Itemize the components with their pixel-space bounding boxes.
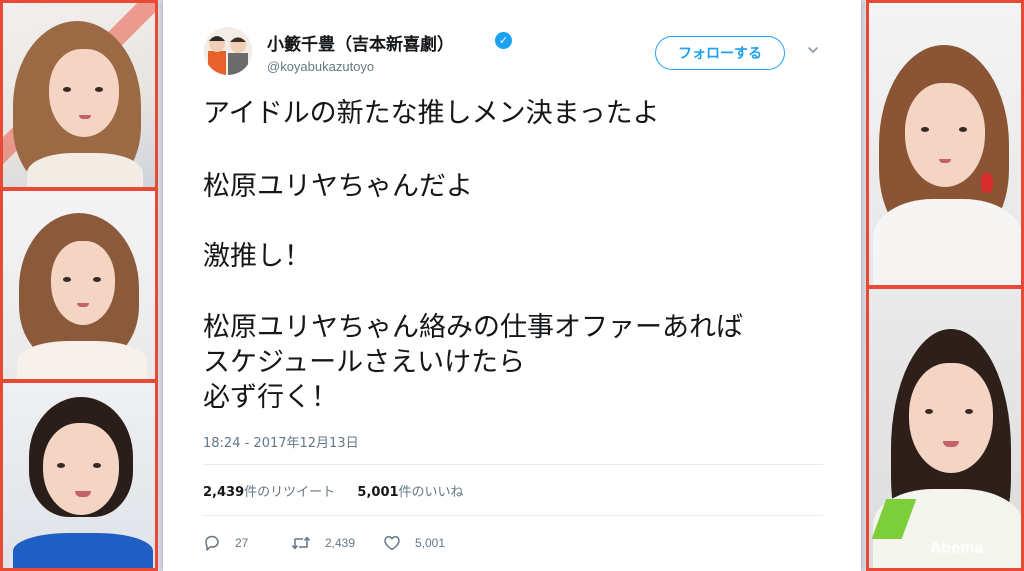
tweet-text-line: 松原ユリヤちゃんだよ [203,171,473,202]
tweet-card: 小籔千豊（吉本新喜劇） ✓ @koyabukazutoyo フォローする アイド… [163,0,861,571]
divider [203,515,823,516]
divider [203,464,823,465]
tweet-text-line: アイドルの新たな推しメン決まったよ [203,98,660,129]
person-image [869,289,1021,568]
retweet-icon [291,536,311,550]
person-image [3,191,155,379]
follow-button[interactable]: フォローする [655,36,785,70]
user-handle[interactable]: @koyabukazutoyo [267,59,374,74]
left-cam-panel-3 [0,380,158,571]
left-cam-panel-2 [0,188,158,382]
reply-count: 27 [235,536,249,550]
chevron-down-icon[interactable] [807,44,819,56]
reply-icon [205,535,219,551]
right-cam-panel-2 [866,286,1024,571]
retweet-button[interactable]: 2,439 [291,534,355,552]
person-image [3,383,155,568]
engagement-stats: 2,439件のリツイート 5,001件のいいね [203,481,464,500]
person-image [869,3,1021,285]
tweet-text-line: スケジュールさえいけたら [203,347,526,378]
tweet-text-line: 必ず行く！ [203,382,338,413]
display-name[interactable]: 小籔千豊（吉本新喜劇） [267,30,454,55]
like-count[interactable]: 5,001 [357,485,398,500]
tweet-text-line: 激推し！ [203,241,311,272]
like-action-count: 5,001 [415,536,446,550]
reply-button[interactable]: 27 [203,534,248,552]
tweet-text-line: 松原ユリヤちゃん絡みの仕事オファーあれば [203,312,743,343]
like-button[interactable]: 5,001 [383,534,445,552]
broadcast-watermark: Abema [930,540,984,557]
heart-icon [384,536,400,551]
right-cam-panel-1 [866,0,1024,288]
avatar[interactable] [204,27,252,75]
retweet-action-count: 2,439 [325,536,356,550]
retweet-count[interactable]: 2,439 [203,485,244,500]
left-cam-panel-1 [0,0,158,190]
retweet-label[interactable]: 件のリツイート [244,485,335,500]
like-label[interactable]: 件のいいね [399,485,464,500]
person-image [3,3,155,187]
tweet-timestamp[interactable]: 18:24 - 2017年12月13日 [203,432,359,451]
verified-badge-icon: ✓ [495,32,512,49]
